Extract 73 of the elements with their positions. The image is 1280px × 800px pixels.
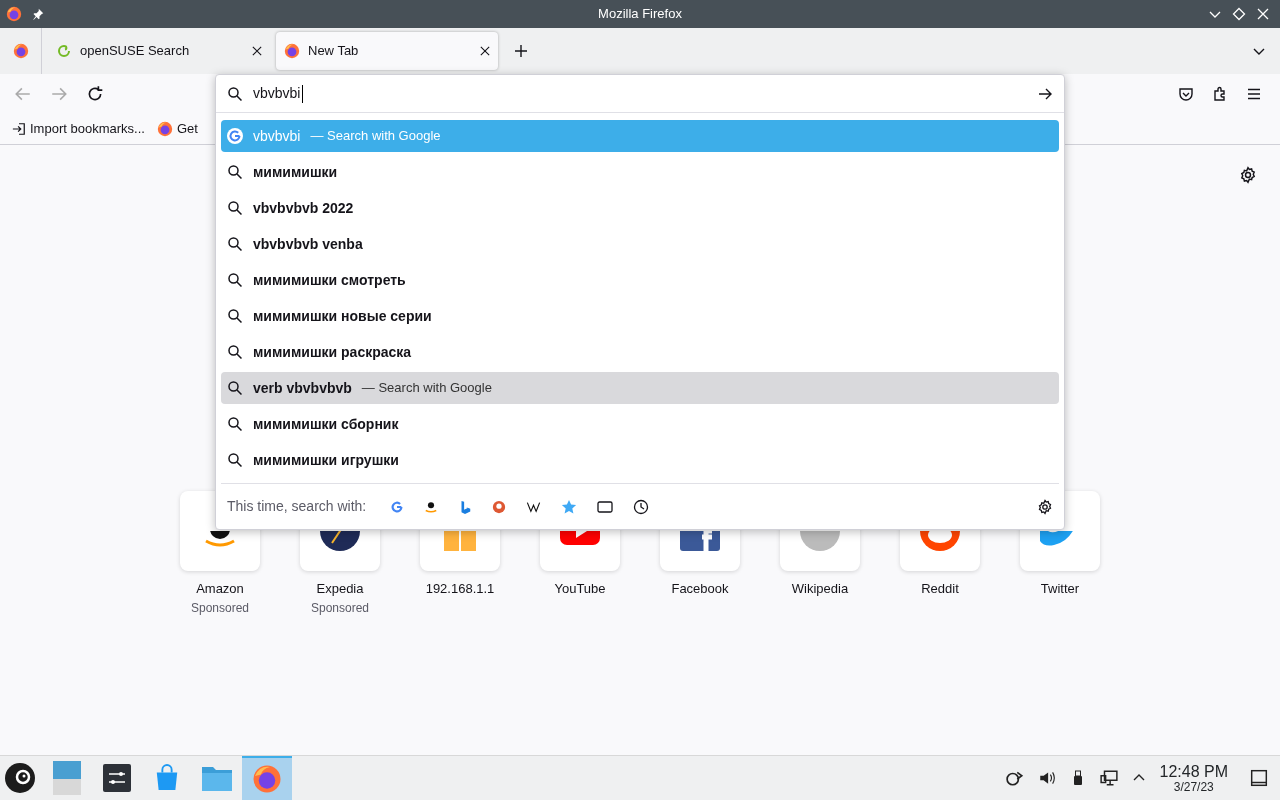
search-icon (227, 236, 243, 252)
site-title[interactable]: Twitter (1040, 579, 1080, 599)
pocket-icon[interactable] (1178, 86, 1194, 102)
new-tab-icon[interactable] (514, 44, 528, 58)
reload-icon[interactable] (86, 85, 104, 103)
suggestion-row[interactable]: мимимишки игрушки (221, 444, 1059, 476)
puzzle-icon[interactable] (1212, 86, 1228, 102)
close-tab-icon[interactable] (252, 46, 262, 56)
firefox-icon (284, 43, 300, 59)
suggestion-row[interactable]: мимимишки (221, 156, 1059, 188)
pin-icon[interactable] (32, 8, 44, 20)
desktop-icon (53, 761, 81, 795)
site-title[interactable]: Expedia (316, 579, 364, 599)
folder-icon (202, 765, 232, 791)
search-icon (227, 308, 243, 324)
bookmark-item[interactable]: Import bookmarks... (12, 119, 145, 139)
site-title[interactable]: Wikipedia (791, 579, 849, 599)
site-title[interactable]: Amazon (196, 579, 244, 599)
search-icon (227, 272, 243, 288)
star-icon[interactable] (561, 498, 578, 515)
browser-tab[interactable]: New Tab (276, 32, 498, 70)
network-share-icon[interactable] (1005, 769, 1024, 787)
menu-icon[interactable] (1246, 86, 1262, 102)
sponsored-label: Sponsored (190, 599, 249, 617)
search-icon (227, 416, 243, 432)
close-icon[interactable] (1256, 7, 1270, 21)
bookmark-item[interactable]: Get (156, 119, 198, 139)
search-icon (227, 85, 243, 102)
volume-icon[interactable] (1037, 769, 1056, 787)
firefox-icon (12, 43, 29, 59)
settings-icon[interactable] (1037, 498, 1053, 515)
search-icon (227, 380, 243, 396)
duck-icon[interactable] (492, 499, 507, 514)
settings-icon[interactable] (1239, 166, 1257, 184)
site-title[interactable]: Facebook (671, 579, 729, 599)
address-field[interactable]: vbvbvbi (216, 75, 1064, 113)
browser-tab[interactable]: openSUSE Search (48, 32, 270, 70)
suggestion-row[interactable]: vbvbvbvb 2022 (221, 192, 1059, 224)
search-icon (227, 164, 243, 180)
google-icon[interactable] (390, 499, 405, 514)
suggestion-row[interactable]: мимимишки раскраска (221, 336, 1059, 368)
firefox-icon (252, 764, 282, 794)
site-title[interactable]: 192.168.1.1 (425, 579, 495, 599)
clock[interactable]: 12:48 PM 3/27/23 (1159, 763, 1228, 793)
suggestion-row[interactable]: мимимишки смотреть (221, 264, 1059, 296)
amazon-icon[interactable] (424, 499, 439, 514)
firefox-icon (156, 121, 173, 137)
sponsored-label: Sponsored (310, 599, 369, 617)
search-icon (227, 344, 243, 360)
tab-icon[interactable] (597, 498, 614, 515)
site-logo-icon (800, 531, 840, 551)
google-icon (227, 128, 243, 144)
settings-sliders-icon (103, 764, 131, 792)
close-tab-icon[interactable] (480, 46, 490, 56)
suggestion-row[interactable]: vbvbvbvb venba (221, 228, 1059, 260)
site-title[interactable]: Reddit (921, 579, 959, 599)
window-title: Mozilla Firefox (598, 5, 682, 24)
app-icon (6, 6, 22, 22)
start-menu-icon[interactable] (4, 762, 36, 794)
show-desktop-icon[interactable] (1250, 769, 1268, 787)
site-title[interactable]: YouTube (554, 579, 606, 599)
search-icon (227, 200, 243, 216)
search-icon (227, 452, 243, 468)
site-logo-icon (320, 531, 360, 551)
suggestion-row[interactable]: мимимишки новые серии (221, 300, 1059, 332)
maximize-icon[interactable] (1232, 7, 1246, 21)
history-icon[interactable] (633, 498, 650, 515)
network-icon[interactable] (1099, 769, 1118, 787)
suggestion-row[interactable]: мимимишки сборник (221, 408, 1059, 440)
store-bag-icon (154, 764, 180, 792)
suggestion-row[interactable]: verb vbvbvbvb — Search with Google (221, 372, 1059, 404)
search-with-label: This time, search with: (227, 497, 367, 516)
import-icon (12, 122, 26, 136)
